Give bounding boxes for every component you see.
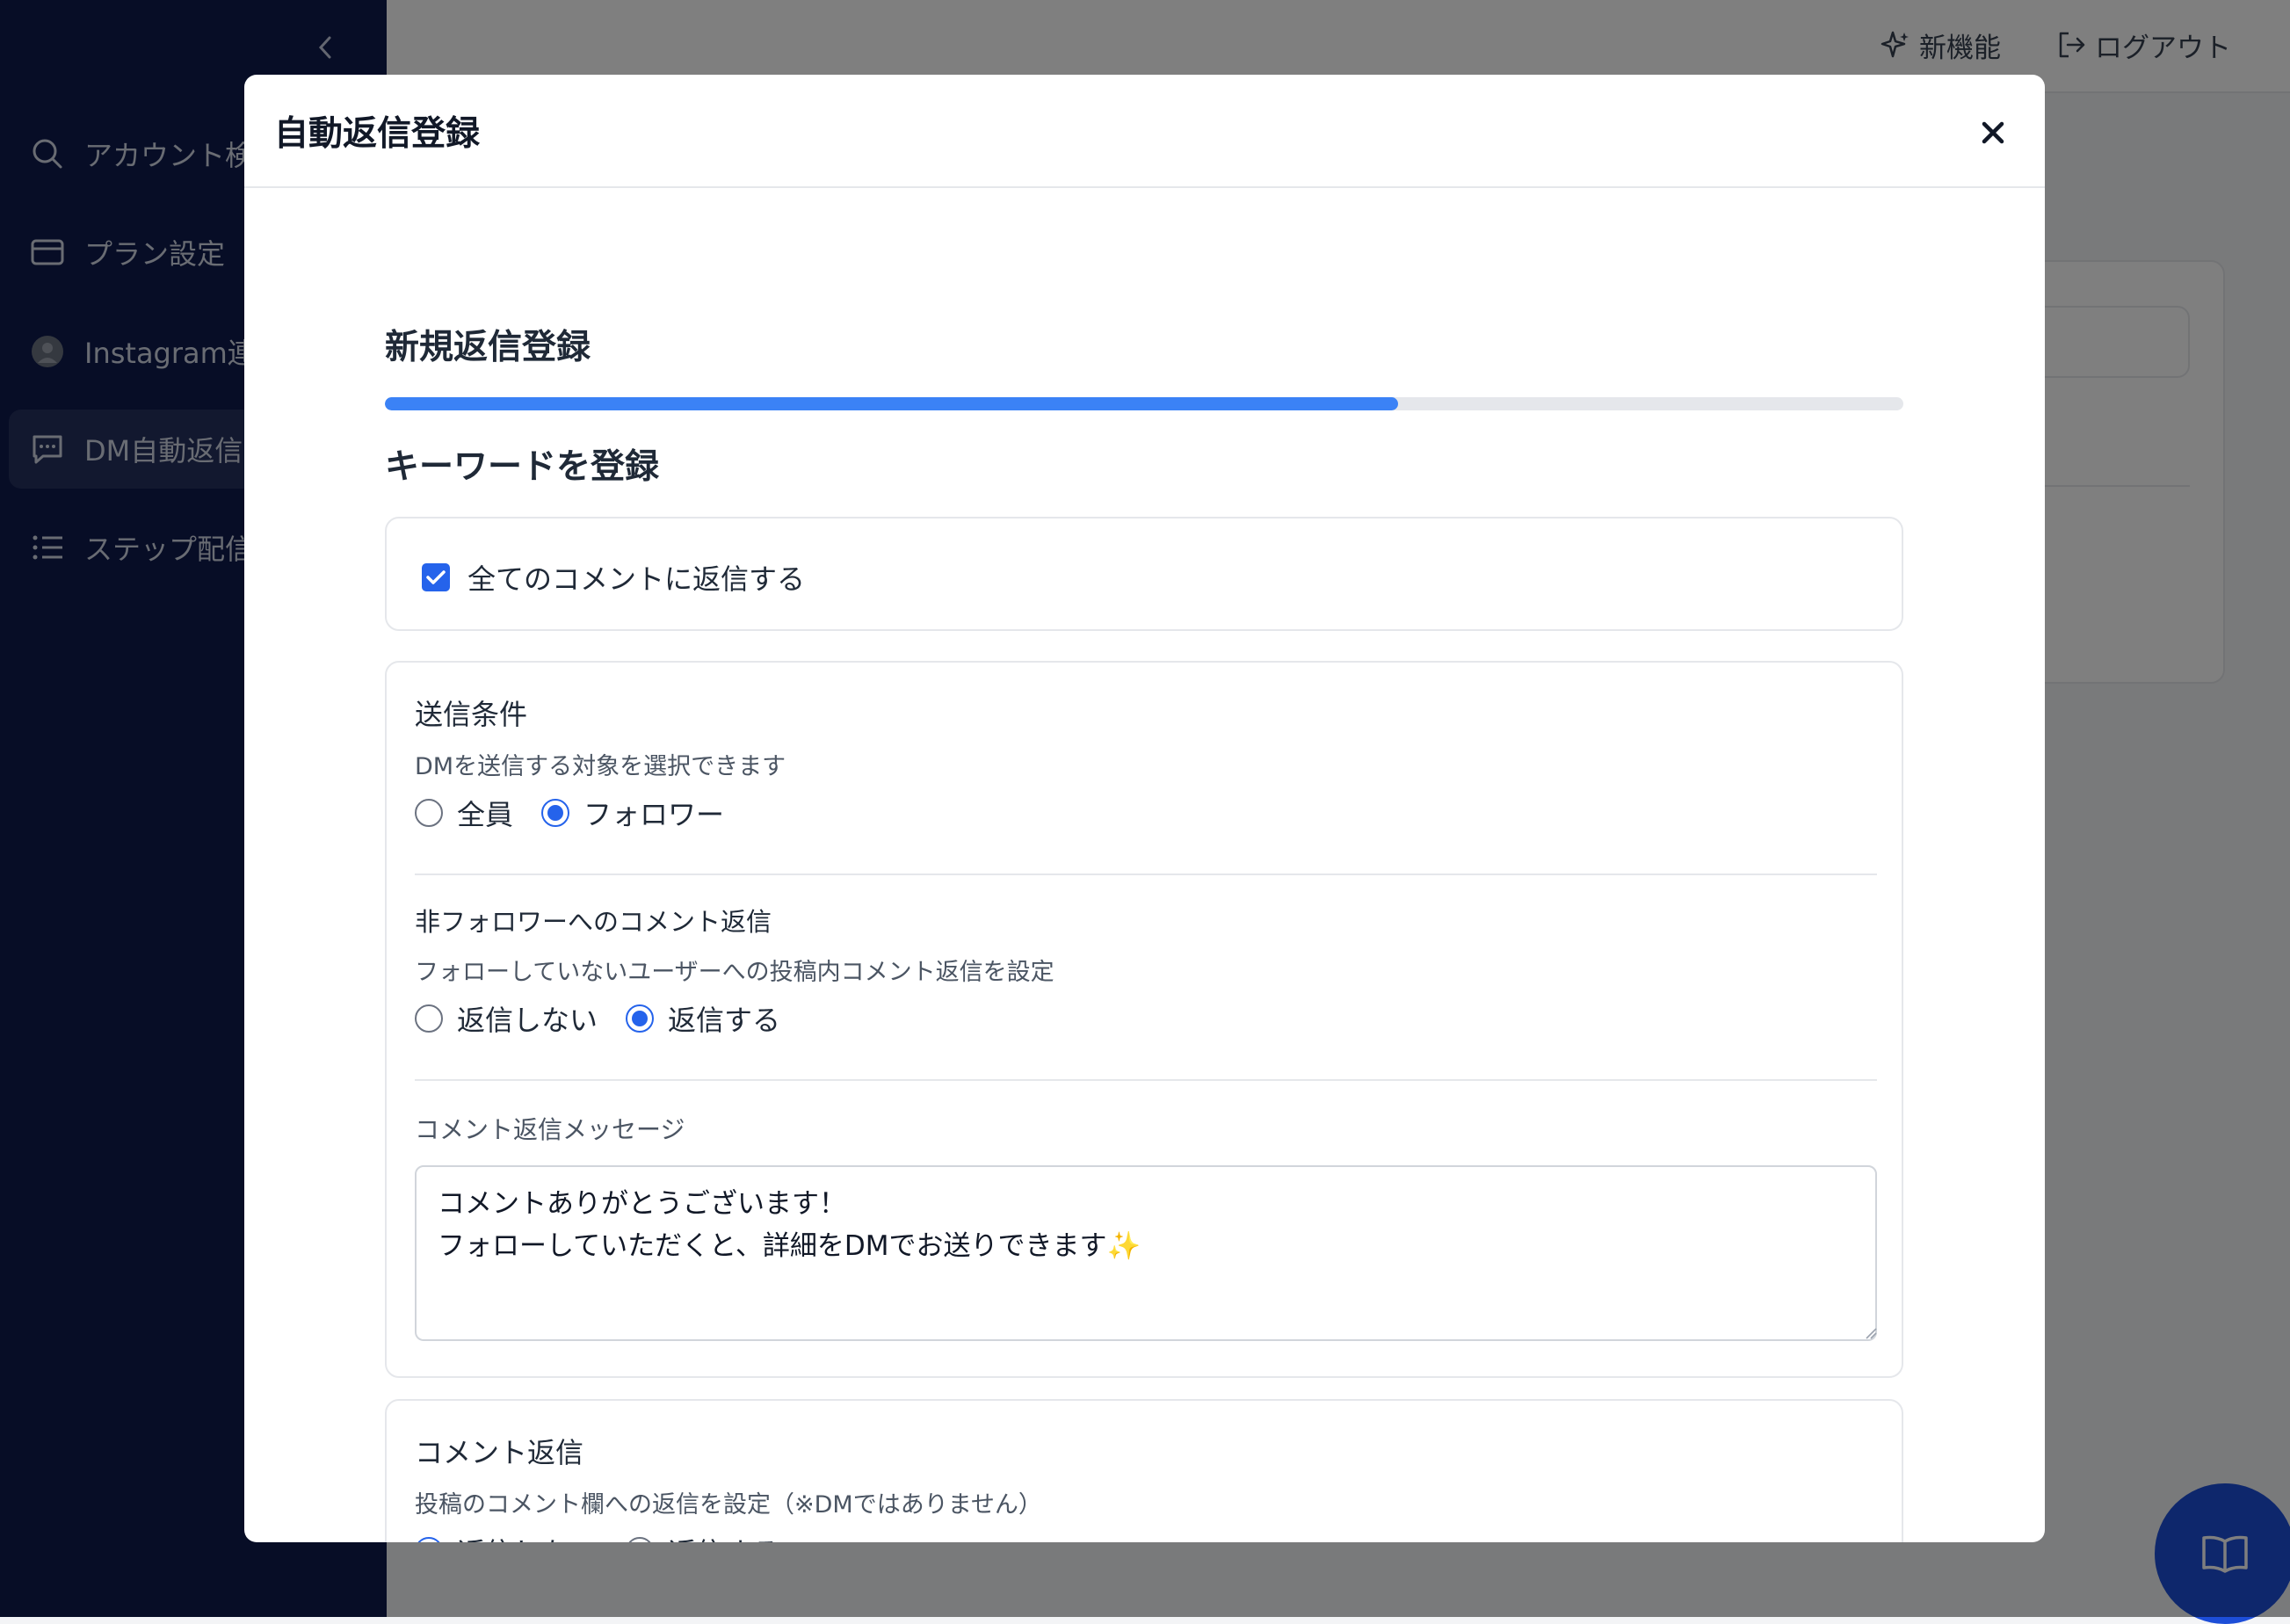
all-comments-label: 全てのコメントに返信する: [467, 562, 806, 596]
radio-button[interactable]: [541, 799, 570, 827]
all-comments-checkbox[interactable]: 全てのコメントに返信する: [422, 557, 805, 598]
non-follower-reply-description: フォローしていないユーザーへの投稿内コメント返信を設定: [415, 959, 1054, 986]
auto-reply-modal: 自動返信登録 新規返信登録 キーワードを登録 全てのコメントに返信する 送信条件…: [244, 75, 2045, 1542]
radio-button[interactable]: [415, 1004, 443, 1033]
comment-reply-message-textarea[interactable]: コメントありがとうございます！ フォローしていただくと、詳細をDMでお送りできま…: [415, 1165, 1877, 1341]
radio-button[interactable]: [415, 1537, 443, 1542]
radio-label: 返信する: [668, 1004, 781, 1037]
comment-reply-message-label: コメント返信メッセージ: [415, 1115, 685, 1144]
progress-bar: [385, 397, 1903, 410]
radio-option-reply[interactable]: 返信する: [626, 1531, 780, 1542]
comment-reply-title: コメント返信: [415, 1436, 584, 1469]
section-title: 新規返信登録: [385, 328, 591, 367]
modal-title: 自動返信登録: [274, 114, 481, 154]
close-icon[interactable]: [1975, 115, 2011, 150]
radio-label: 返信しない: [457, 1531, 598, 1542]
all-comments-card: 全てのコメントに返信する: [385, 517, 1903, 631]
radio-label: 全員: [457, 798, 514, 831]
divider: [415, 1079, 1877, 1081]
radio-button[interactable]: [626, 1004, 655, 1033]
radio-label: 返信する: [668, 1531, 780, 1542]
comment-reply-description: 投稿のコメント欄への返信を設定（※DMではありません）: [415, 1491, 1042, 1519]
resize-grip-icon[interactable]: [1865, 1327, 1877, 1339]
radio-button[interactable]: [415, 799, 443, 827]
divider: [415, 874, 1877, 875]
radio-option-everyone[interactable]: 全員: [415, 793, 513, 833]
progress-fill: [385, 397, 1398, 410]
non-follower-reply-title: 非フォロワーへのコメント返信: [415, 907, 772, 937]
radio-option-no-reply[interactable]: 返信しない: [415, 998, 598, 1039]
step-title: キーワードを登録: [385, 447, 660, 487]
radio-option-reply[interactable]: 返信する: [626, 998, 780, 1039]
send-condition-radio-group: 全員 フォロワー: [415, 793, 752, 833]
radio-option-followers[interactable]: フォロワー: [541, 793, 724, 833]
comment-reply-card: コメント返信 投稿のコメント欄への返信を設定（※DMではありません） 返信しない…: [385, 1399, 1903, 1542]
send-condition-description: DMを送信する対象を選択できます: [415, 753, 786, 780]
modal-header: 自動返信登録: [244, 75, 2045, 188]
radio-option-no-reply[interactable]: 返信しない: [415, 1531, 598, 1542]
comment-reply-radio-group: 返信しない 返信する: [415, 1531, 808, 1542]
radio-button[interactable]: [626, 1537, 655, 1542]
radio-label: 返信しない: [457, 1004, 598, 1037]
send-condition-title: 送信条件: [415, 698, 528, 731]
conditions-card: 送信条件 DMを送信する対象を選択できます 全員 フォロワー 非フォロワーへのコ…: [385, 661, 1903, 1378]
checkbox-checked-icon[interactable]: [422, 563, 450, 591]
radio-label: フォロワー: [583, 798, 725, 831]
non-follower-reply-radio-group: 返信しない 返信する: [415, 998, 808, 1039]
